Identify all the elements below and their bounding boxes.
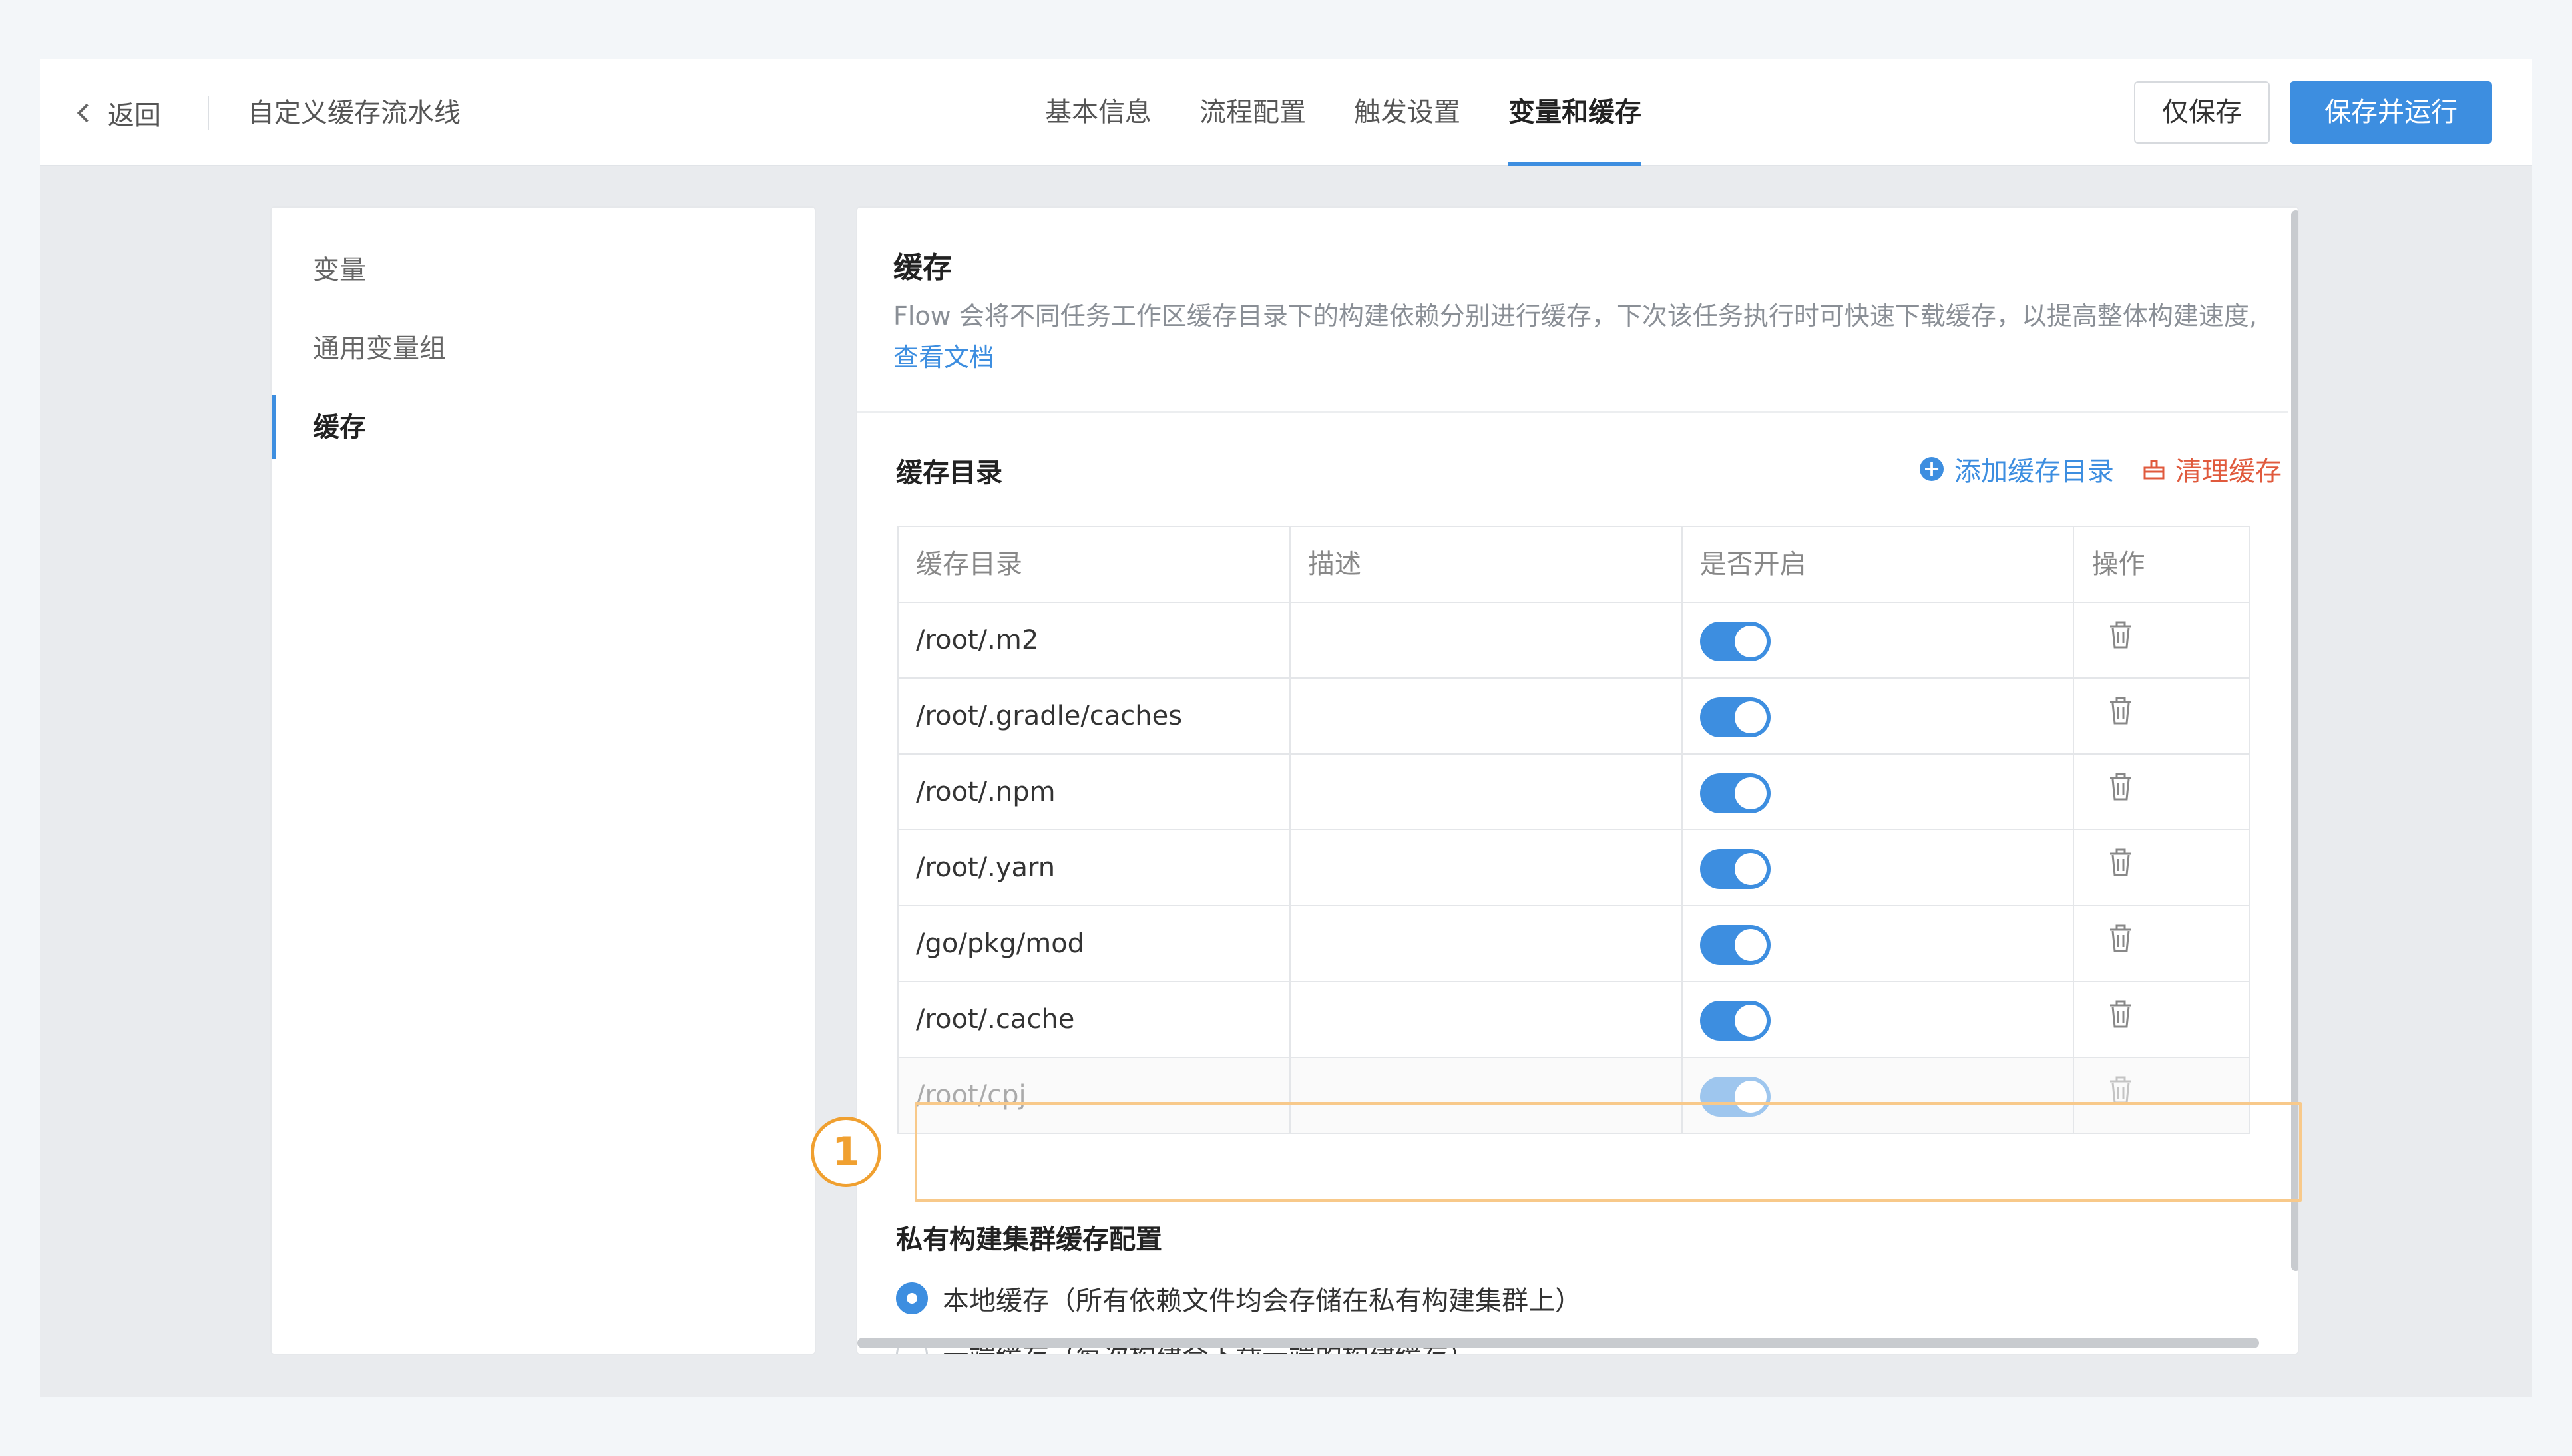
table-body: /root/.m2/root/.gradle/caches/root/.npm /… — [899, 603, 2249, 1134]
vertical-scrollbar[interactable] — [2291, 210, 2298, 1271]
clear-cache-button[interactable]: 清理缓存 — [2142, 450, 2282, 488]
table-row: /root/.m2 — [899, 603, 2249, 679]
divider — [208, 96, 209, 130]
enabled-toggle[interactable] — [1699, 925, 1771, 965]
cache-dir-path: /root/.npm — [899, 755, 1291, 829]
cache-dir-desc — [1291, 830, 1683, 905]
actions-cell — [2074, 755, 2249, 829]
app-frame: 返回 自定义缓存流水线 基本信息 流程配置 触发设置 变量和缓存 仅保存 保存并… — [40, 59, 2532, 1397]
back-button[interactable]: 返回 — [77, 93, 161, 133]
sidebar-item-common-variable-groups[interactable]: 通用变量组 — [272, 317, 815, 381]
enabled-toggle[interactable] — [1699, 1001, 1771, 1041]
tab-trigger-settings[interactable]: 触发设置 — [1354, 59, 1460, 166]
column-header-dir: 缓存目录 — [899, 527, 1291, 602]
cache-dir-desc — [1291, 1058, 1683, 1133]
table-header-row: 缓存目录 描述 是否开启 操作 — [899, 527, 2249, 603]
trash-icon[interactable] — [2107, 984, 2134, 1057]
top-bar: 返回 自定义缓存流水线 基本信息 流程配置 触发设置 变量和缓存 仅保存 保存并… — [40, 59, 2532, 166]
radio-checked-icon — [896, 1282, 928, 1314]
annotation-marker: 1 — [811, 1117, 881, 1187]
pipeline-name: 自定义缓存流水线 — [248, 98, 461, 128]
enabled-cell — [1683, 755, 2075, 829]
add-cache-dir-label: 添加缓存目录 — [1954, 456, 2114, 487]
cache-dir-path: /root/.yarn — [899, 830, 1291, 905]
cache-dir-path: /root/.cache — [899, 982, 1291, 1057]
trash-icon[interactable] — [2107, 756, 2134, 829]
actions-cell — [2074, 830, 2249, 905]
clear-cache-label: 清理缓存 — [2175, 456, 2282, 487]
tab-bar: 基本信息 流程配置 触发设置 变量和缓存 — [1045, 59, 1689, 166]
chevron-left-icon — [77, 103, 97, 123]
actions-cell — [2074, 1058, 2249, 1133]
table-row: /root/.yarn — [899, 830, 2249, 906]
save-and-run-button[interactable]: 保存并运行 — [2290, 81, 2492, 144]
add-cache-dir-button[interactable]: + 添加缓存目录 — [1920, 450, 2114, 488]
trash-icon[interactable] — [2107, 1059, 2134, 1133]
trash-icon[interactable] — [2107, 680, 2134, 753]
table-row: /root/.gradle/caches — [899, 679, 2249, 755]
save-only-button[interactable]: 仅保存 — [2134, 81, 2270, 144]
divider — [857, 411, 2288, 413]
cache-dir-desc — [1291, 603, 1683, 677]
private-cluster-section-title: 私有构建集群缓存配置 — [896, 1224, 1162, 1255]
sidebar: 变量 通用变量组 缓存 — [270, 206, 816, 1355]
enabled-toggle[interactable] — [1699, 622, 1771, 661]
plus-circle-icon: + — [1920, 457, 1944, 481]
enabled-toggle[interactable] — [1699, 697, 1771, 737]
column-header-actions: 操作 — [2091, 549, 2145, 580]
enabled-toggle[interactable] — [1699, 1077, 1771, 1117]
cache-panel: 缓存 Flow 会将不同任务工作区缓存目录下的构建依赖分别进行缓存，下次该任务执… — [856, 206, 2299, 1355]
enabled-cell — [1683, 603, 2075, 677]
table-row: /root/.cache — [899, 982, 2249, 1058]
sidebar-item-cache[interactable]: 缓存 — [272, 395, 815, 459]
enabled-cell — [1683, 830, 2075, 905]
trash-icon[interactable] — [2107, 908, 2134, 981]
cache-dir-path: /root/.m2 — [899, 603, 1291, 677]
sidebar-item-variables[interactable]: 变量 — [272, 238, 815, 302]
enabled-cell — [1683, 679, 2075, 753]
actions-cell — [2074, 906, 2249, 981]
column-header-enabled: 是否开启 — [1683, 527, 2075, 602]
panel-title: 缓存 — [893, 251, 952, 285]
trash-icon[interactable] — [2107, 604, 2134, 677]
cache-dir-desc — [1291, 982, 1683, 1057]
cache-dir-path: /root/.gradle/caches — [899, 679, 1291, 753]
cache-dir-path: /root/cpj — [899, 1058, 1291, 1133]
enabled-cell — [1683, 906, 2075, 981]
actions-cell — [2074, 603, 2249, 677]
column-header-desc: 描述 — [1291, 527, 1683, 602]
cache-dir-section-title: 缓存目录 — [896, 458, 1002, 488]
horizontal-scrollbar[interactable] — [857, 1338, 2259, 1348]
cache-dir-desc — [1291, 679, 1683, 753]
back-label: 返回 — [108, 100, 161, 131]
cache-dir-desc — [1291, 906, 1683, 981]
enabled-toggle[interactable] — [1699, 849, 1771, 889]
trash-icon[interactable] — [2107, 832, 2134, 905]
radio-local-cache[interactable]: 本地缓存（所有依赖文件均会存储在私有构建集群上） — [896, 1279, 1582, 1318]
enabled-toggle[interactable] — [1699, 773, 1771, 813]
cache-dir-table: 缓存目录 描述 是否开启 操作 /root/.m2/root/.gradle/c… — [897, 526, 2250, 1134]
panel-description: Flow 会将不同任务工作区缓存目录下的构建依赖分别进行缓存，下次该任务执行时可… — [893, 295, 2278, 378]
cache-dir-desc — [1291, 755, 1683, 829]
broom-icon — [2142, 457, 2166, 481]
doc-link[interactable]: 查看文档 — [893, 343, 994, 372]
tab-variables-cache[interactable]: 变量和缓存 — [1508, 59, 1641, 166]
table-row: /root/cpj — [899, 1058, 2249, 1134]
radio-label: 本地缓存（所有依赖文件均会存储在私有构建集群上） — [943, 1286, 1582, 1316]
actions-cell — [2074, 982, 2249, 1057]
table-row: /go/pkg/mod — [899, 906, 2249, 982]
enabled-cell — [1683, 982, 2075, 1057]
cache-dir-path: /go/pkg/mod — [899, 906, 1291, 981]
enabled-cell — [1683, 1058, 2075, 1133]
description-text: Flow 会将不同任务工作区缓存目录下的构建依赖分别进行缓存，下次该任务执行时可… — [893, 301, 2257, 331]
table-row: /root/.npm — [899, 755, 2249, 830]
tab-basic-info[interactable]: 基本信息 — [1045, 59, 1152, 166]
actions-cell — [2074, 679, 2249, 753]
tab-flow-config[interactable]: 流程配置 — [1199, 59, 1306, 166]
